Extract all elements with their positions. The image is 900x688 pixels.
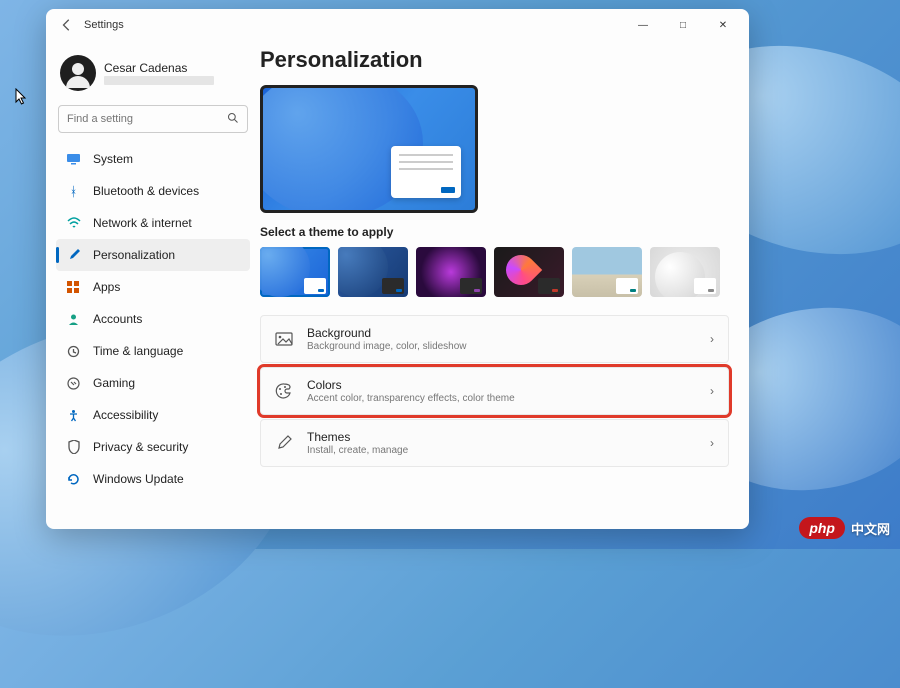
watermark: php 中文网	[799, 517, 890, 539]
back-arrow-icon	[60, 18, 74, 32]
profile-name: Cesar Cadenas	[104, 61, 214, 75]
sidebar-item-privacy[interactable]: Privacy & security	[56, 431, 250, 463]
clock-icon	[66, 344, 81, 359]
chevron-right-icon: ›	[710, 384, 714, 398]
accounts-icon	[66, 312, 81, 327]
close-icon: ✕	[719, 20, 727, 31]
sidebar-item-label: Time & language	[93, 344, 183, 358]
setting-row-background[interactable]: Background Background image, color, slid…	[260, 315, 729, 363]
setting-title: Colors	[307, 378, 696, 392]
back-button[interactable]	[52, 18, 82, 32]
sidebar-item-personalization[interactable]: Personalization	[56, 239, 250, 271]
sidebar-item-label: Personalization	[93, 248, 175, 262]
setting-title: Themes	[307, 430, 696, 444]
sidebar-item-label: Apps	[93, 280, 120, 294]
preview-window-icon	[391, 146, 461, 198]
theme-thumb-captured-motion[interactable]	[494, 247, 564, 297]
gaming-icon	[66, 376, 81, 391]
sidebar-item-label: Privacy & security	[93, 440, 188, 454]
minimize-icon: —	[638, 20, 648, 31]
minimize-button[interactable]: —	[623, 11, 663, 39]
profile-email-placeholder	[104, 76, 214, 85]
sidebar-item-time[interactable]: Time & language	[56, 335, 250, 367]
sidebar-item-apps[interactable]: Apps	[56, 271, 250, 303]
sidebar-item-accounts[interactable]: Accounts	[56, 303, 250, 335]
watermark-text: 中文网	[851, 519, 890, 538]
setting-desc: Install, create, manage	[307, 445, 696, 456]
sidebar-item-label: Gaming	[93, 376, 135, 390]
sidebar-item-label: Network & internet	[93, 216, 192, 230]
window-title: Settings	[84, 19, 124, 31]
search-input[interactable]	[67, 113, 227, 125]
mouse-cursor-icon	[15, 88, 27, 106]
setting-row-colors[interactable]: Colors Accent color, transparency effect…	[260, 367, 729, 415]
system-icon	[66, 152, 81, 167]
maximize-button[interactable]: □	[663, 11, 703, 39]
theme-thumb-windows-light[interactable]	[260, 247, 330, 297]
desktop-preview	[260, 85, 478, 213]
maximize-icon: □	[680, 20, 686, 31]
sidebar: Cesar Cadenas System ᚼ Bluetooth & devic…	[46, 41, 256, 529]
sidebar-item-system[interactable]: System	[56, 143, 250, 175]
sidebar-item-label: Accessibility	[93, 408, 158, 422]
profile-block[interactable]: Cesar Cadenas	[56, 51, 250, 101]
content-area: Personalization Select a theme to apply	[256, 41, 749, 529]
accessibility-icon	[66, 408, 81, 423]
update-icon	[66, 472, 81, 487]
search-box[interactable]	[58, 105, 248, 133]
sidebar-item-update[interactable]: Windows Update	[56, 463, 250, 495]
palette-icon	[275, 382, 293, 400]
chevron-right-icon: ›	[710, 436, 714, 450]
nav-list: System ᚼ Bluetooth & devices Network & i…	[56, 143, 250, 529]
avatar	[60, 55, 96, 91]
theme-section-label: Select a theme to apply	[260, 225, 729, 239]
sidebar-item-network[interactable]: Network & internet	[56, 207, 250, 239]
setting-title: Background	[307, 326, 696, 340]
close-button[interactable]: ✕	[703, 11, 743, 39]
setting-row-themes[interactable]: Themes Install, create, manage ›	[260, 419, 729, 467]
shield-icon	[66, 440, 81, 455]
sidebar-item-label: Accounts	[93, 312, 142, 326]
sidebar-item-label: System	[93, 152, 133, 166]
image-icon	[275, 330, 293, 348]
sidebar-item-gaming[interactable]: Gaming	[56, 367, 250, 399]
theme-thumb-flow[interactable]	[650, 247, 720, 297]
chevron-right-icon: ›	[710, 332, 714, 346]
sidebar-item-label: Windows Update	[93, 472, 184, 486]
paintbrush-icon	[66, 248, 81, 263]
theme-thumb-windows-dark[interactable]	[338, 247, 408, 297]
settings-window: Settings — □ ✕ Cesar Cadenas	[46, 9, 749, 529]
apps-icon	[66, 280, 81, 295]
wifi-icon	[66, 216, 81, 231]
titlebar: Settings — □ ✕	[46, 9, 749, 41]
php-badge: php	[799, 517, 845, 539]
theme-thumb-glow[interactable]	[416, 247, 486, 297]
search-icon	[227, 112, 239, 127]
sidebar-item-label: Bluetooth & devices	[93, 184, 199, 198]
brush-icon	[275, 434, 293, 452]
bluetooth-icon: ᚼ	[66, 184, 81, 199]
page-title: Personalization	[260, 47, 729, 73]
setting-desc: Background image, color, slideshow	[307, 341, 696, 352]
sidebar-item-accessibility[interactable]: Accessibility	[56, 399, 250, 431]
themes-grid	[260, 247, 729, 297]
setting-desc: Accent color, transparency effects, colo…	[307, 393, 696, 404]
theme-thumb-sunrise[interactable]	[572, 247, 642, 297]
sidebar-item-bluetooth[interactable]: ᚼ Bluetooth & devices	[56, 175, 250, 207]
